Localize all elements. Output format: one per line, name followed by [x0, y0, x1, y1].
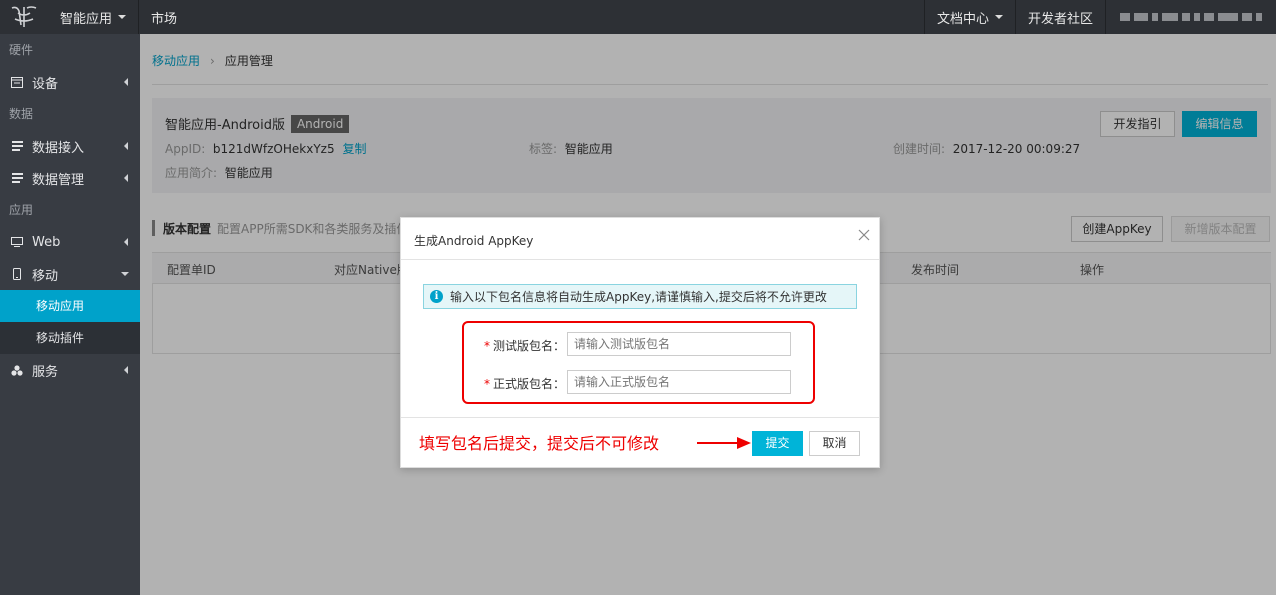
chevron-left-icon — [124, 174, 128, 182]
community-label: 开发者社区 — [1027, 11, 1093, 27]
cancel-button[interactable]: 取消 — [809, 431, 860, 456]
docs-label: 文档中心 — [936, 11, 989, 27]
sidebar-group-data: 数据 — [9, 107, 34, 121]
chevron-left-icon — [124, 238, 128, 246]
annotation-text: 填写包名后提交，提交后不可修改 — [419, 434, 660, 453]
sidebar-item-mobile-plugin[interactable]: 移动插件 — [0, 322, 140, 354]
divider — [401, 259, 879, 260]
close-icon[interactable] — [857, 228, 871, 242]
sidebar-group-app: 应用 — [9, 203, 34, 217]
logo-mark-icon — [11, 6, 37, 27]
database-icon — [11, 172, 23, 184]
top-navbar: 智能应用 市场 文档中心 开发者社区 — [0, 0, 1276, 34]
app-menu-label: 智能应用 — [60, 11, 113, 27]
logo-icon[interactable] — [0, 0, 48, 34]
chevron-left-icon — [124, 78, 128, 86]
required-marker: * — [484, 339, 490, 353]
submit-button[interactable]: 提交 — [752, 431, 803, 456]
sidebar-item-label: 服务 — [32, 364, 59, 380]
device-icon — [11, 76, 23, 88]
sidebar-item-data-manage[interactable]: 数据管理 — [0, 162, 140, 194]
chevron-left-icon — [124, 142, 128, 150]
chevron-down-icon — [994, 15, 1003, 19]
market-label: 市场 — [151, 11, 178, 27]
prod-package-label: * 正式版包名： — [484, 375, 565, 392]
sidebar-item-mobile[interactable]: 移动 — [0, 258, 140, 290]
sidebar-item-data-access[interactable]: 数据接入 — [0, 130, 140, 162]
info-notice: i 输入以下包名信息将自动生成AppKey,请谨慎输入,提交后将不允许更改 — [423, 284, 857, 309]
monitor-icon — [11, 236, 23, 248]
chevron-left-icon — [124, 366, 128, 374]
sidebar-item-label: 移动 — [32, 268, 59, 284]
market-link[interactable]: 市场 — [139, 0, 189, 34]
test-package-label: * 测试版包名： — [484, 337, 565, 354]
generate-appkey-dialog: 生成Android AppKey i 输入以下包名信息将自动生成AppKey,请… — [400, 217, 880, 468]
required-marker: * — [484, 377, 490, 391]
dialog-title: 生成Android AppKey — [414, 234, 534, 248]
cubes-icon — [11, 364, 23, 376]
notice-text: 输入以下包名信息将自动生成AppKey,请谨慎输入,提交后将不允许更改 — [450, 290, 827, 304]
app-menu[interactable]: 智能应用 — [48, 0, 140, 34]
sidebar-item-label: 数据接入 — [32, 140, 85, 156]
test-package-input[interactable] — [567, 332, 791, 356]
sidebar-group-hardware: 硬件 — [9, 43, 34, 57]
chevron-down-icon — [118, 15, 127, 19]
community-link[interactable]: 开发者社区 — [1014, 0, 1105, 34]
sidebar: 硬件 设备 数据 数据接入 数据管理 应用 Web 移动 移动应用 移动插件 服… — [0, 34, 140, 595]
sidebar-item-mobile-app[interactable]: 移动应用 — [0, 290, 140, 322]
docs-menu[interactable]: 文档中心 — [923, 0, 1015, 34]
label-text: 正式版包名： — [493, 377, 566, 391]
database-icon — [11, 140, 23, 152]
sidebar-item-label: 设备 — [32, 76, 59, 92]
chevron-down-icon — [121, 272, 129, 276]
user-account-redacted[interactable] — [1105, 0, 1276, 34]
arrow-right-icon — [697, 437, 751, 449]
sidebar-item-label: Web — [32, 234, 61, 250]
label-text: 测试版包名： — [493, 339, 566, 353]
info-icon: i — [430, 290, 443, 303]
divider — [401, 417, 879, 418]
sidebar-item-device[interactable]: 设备 — [0, 66, 140, 98]
sidebar-item-label: 数据管理 — [32, 172, 85, 188]
sidebar-item-service[interactable]: 服务 — [0, 354, 140, 386]
mobile-phone-icon — [11, 268, 23, 280]
prod-package-input[interactable] — [567, 370, 791, 394]
sidebar-item-web[interactable]: Web — [0, 226, 140, 258]
